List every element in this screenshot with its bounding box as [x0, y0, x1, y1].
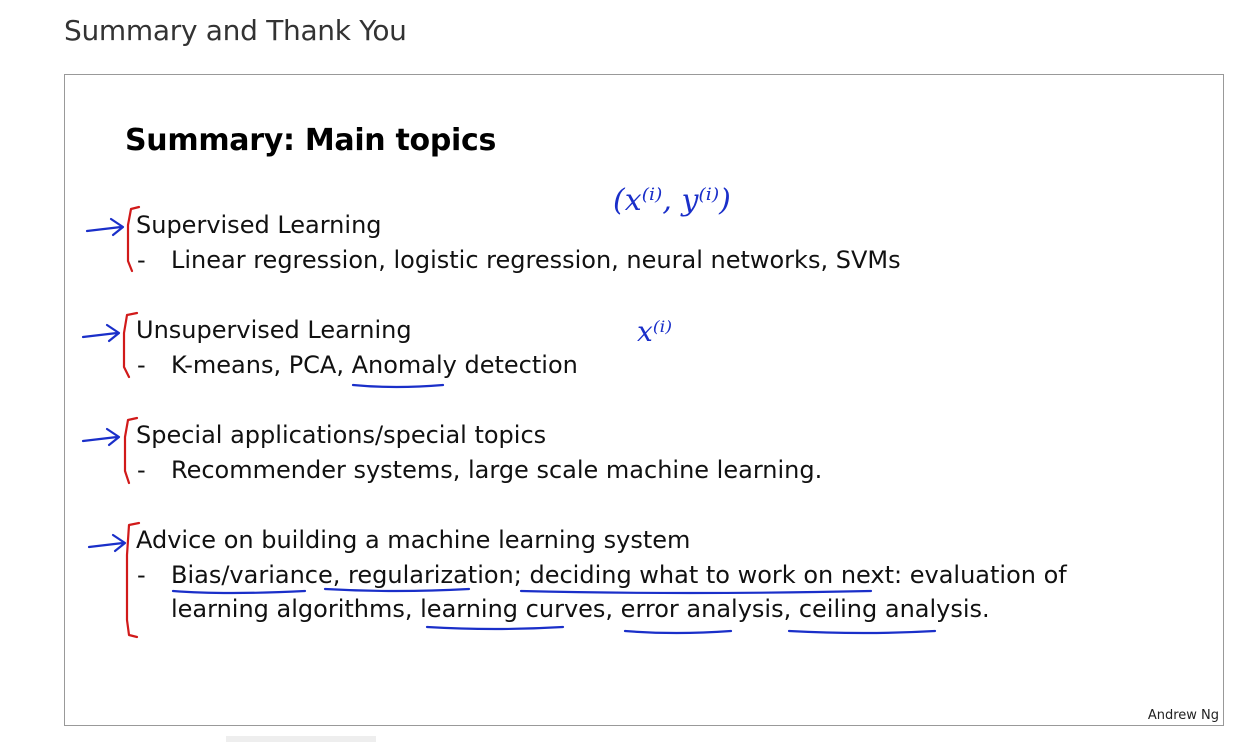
page-title: Summary and Thank You	[64, 14, 407, 47]
lecture-slide: Summary: Main topics Supervised Learning…	[64, 74, 1224, 726]
bracket-advice	[125, 521, 141, 639]
partially-visible-element	[226, 736, 376, 742]
author-credit: Andrew Ng	[1147, 708, 1219, 723]
red-bracket-annotations	[122, 205, 141, 639]
bracket-unsupervised	[122, 311, 139, 379]
bracket-special	[123, 416, 139, 485]
bracket-supervised	[126, 205, 141, 273]
